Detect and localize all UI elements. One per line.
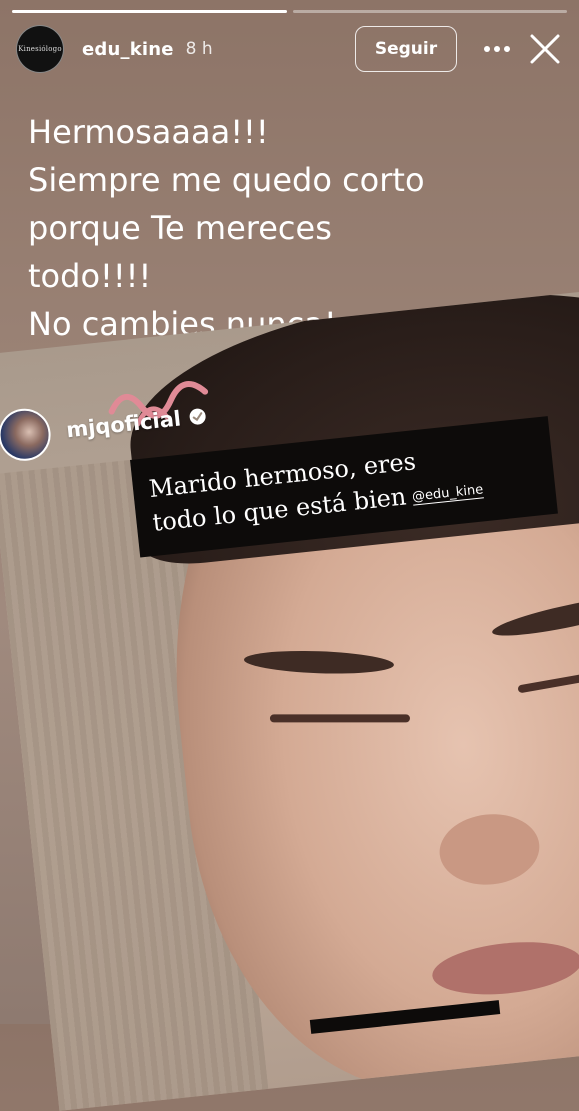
post-time: 8 h [185,39,213,59]
progress-segment-1 [12,10,287,13]
story-progress [12,10,567,13]
mention-tag[interactable]: @edu_kine [411,481,485,506]
caption-line: Siempre me quedo corto [28,161,425,199]
shared-post[interactable]: mjqoficial [0,283,579,1111]
follow-button[interactable]: Seguir [355,26,457,72]
username[interactable]: edu_kine [82,39,174,60]
verified-badge-icon [189,408,206,425]
avatar[interactable]: Kinesiólogo [16,25,64,73]
more-options-icon[interactable] [477,29,517,69]
caption-line: Hermosaaaa!!! [28,113,269,151]
story-header: Kinesiólogo edu_kine 8 h Seguir [16,24,567,74]
shared-post-username[interactable]: mjqoficial [65,406,182,442]
avatar-text: Kinesiólogo [18,45,62,53]
closed-eye [269,714,410,723]
caption-line: todo!!!! [28,257,152,295]
progress-segment-2 [292,10,567,13]
shared-post-avatar[interactable] [0,406,54,464]
close-icon[interactable] [523,27,567,71]
caption-line: porque Te mereces [28,209,332,247]
